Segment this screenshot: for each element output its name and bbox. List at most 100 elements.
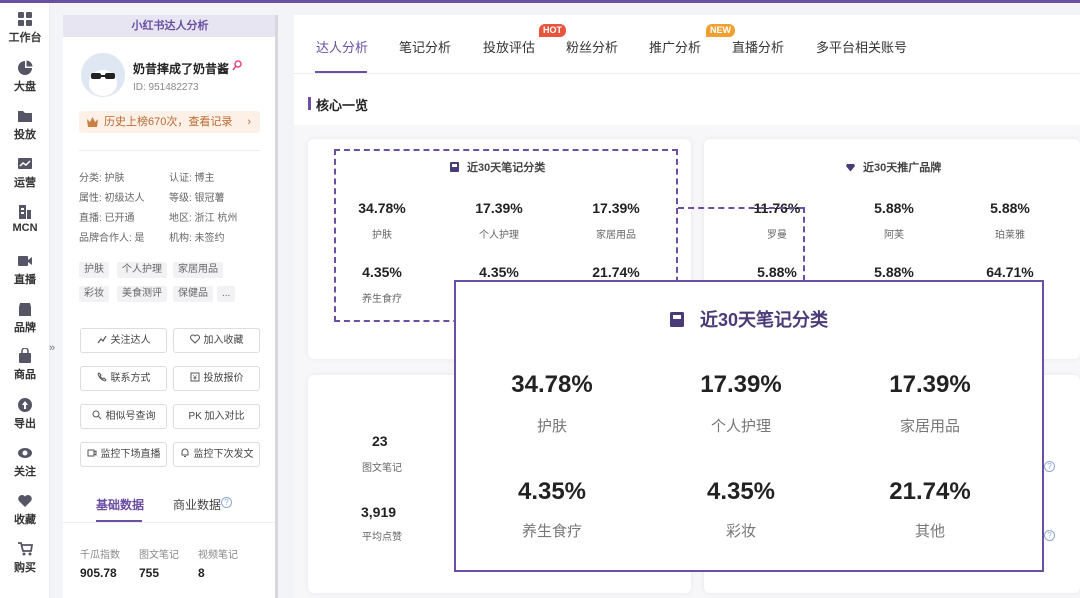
button-label: 关注达人 bbox=[110, 335, 151, 346]
button-label: 加入收藏 bbox=[203, 335, 244, 346]
help-icon[interactable]: ? bbox=[221, 497, 232, 508]
nav-label: 关注 bbox=[14, 466, 36, 478]
profile-header: 小红书达人分析 bbox=[63, 15, 277, 37]
nav-item-follow[interactable]: 关注 bbox=[0, 445, 50, 479]
grid-icon bbox=[18, 12, 32, 26]
percent-value: 5.88% bbox=[874, 200, 914, 216]
quote-button[interactable]: ¥ 投放报价 bbox=[173, 366, 260, 391]
tag-item[interactable]: 个人护理 bbox=[117, 262, 167, 278]
chevron-right-icon: › bbox=[247, 116, 251, 128]
nav-item-dashboard[interactable]: 大盘 bbox=[0, 60, 50, 94]
tab-note-analysis[interactable]: 笔记分析 bbox=[399, 37, 451, 56]
nav-item-brand[interactable]: 品牌 bbox=[0, 301, 50, 335]
button-label: 相似号查询 bbox=[105, 411, 156, 422]
stat-value: 23 bbox=[372, 433, 388, 449]
phone-icon bbox=[96, 372, 107, 382]
nav-item-goods[interactable]: 商品 bbox=[0, 348, 50, 382]
tab-fans-analysis[interactable]: 粉丝分析 bbox=[566, 37, 618, 56]
attr-level: 等级: 银冠薯 bbox=[169, 193, 225, 204]
zoom-percent-value: 17.39% bbox=[700, 371, 782, 398]
pie-icon bbox=[18, 60, 33, 75]
nav-item-mcn[interactable]: MCN bbox=[0, 204, 50, 234]
nav-item-workbench[interactable]: 工作台 bbox=[0, 11, 50, 45]
help-icon[interactable]: ? bbox=[1044, 530, 1055, 541]
price-icon: ¥ bbox=[190, 372, 199, 382]
history-rank-link[interactable]: 历史上榜670次，查看记录 › bbox=[79, 111, 260, 133]
eye-icon bbox=[18, 448, 32, 458]
tag-item[interactable]: 护肤 bbox=[79, 262, 109, 278]
stat-value: 755 bbox=[139, 566, 160, 580]
similar-search-button[interactable]: 相似号查询 bbox=[80, 404, 167, 429]
follow-influencer-button[interactable]: 关注达人 bbox=[80, 328, 167, 353]
tag-item[interactable]: 保健品 bbox=[173, 286, 213, 302]
zoom-percent-label: 个人护理 bbox=[710, 418, 771, 435]
button-label: 监控下场直播 bbox=[100, 449, 161, 460]
monitor-live-button[interactable]: 监控下场直播 bbox=[80, 442, 167, 467]
stat-label: 图文笔记 bbox=[362, 463, 402, 474]
button-label: 投放报价 bbox=[203, 373, 244, 384]
main-nav: 工作台 大盘 投放 运营 MCN 直播 品牌 商品 导出 关注 收藏 购买 bbox=[0, 3, 50, 598]
zoom-percent-label: 家居用品 bbox=[899, 418, 960, 435]
tab-influencer-analysis[interactable]: 达人分析 bbox=[316, 37, 368, 56]
zoom-percent-value: 4.35% bbox=[706, 478, 776, 505]
nav-item-placement[interactable]: 投放 bbox=[0, 108, 50, 142]
tag-item[interactable]: 家居用品 bbox=[173, 262, 223, 278]
divider bbox=[63, 522, 277, 523]
search-icon bbox=[92, 410, 101, 420]
diamond-icon bbox=[846, 164, 855, 172]
add-compare-button[interactable]: PK 加入对比 bbox=[173, 404, 260, 429]
tab-multi-platform[interactable]: 多平台相关账号 bbox=[816, 37, 907, 56]
tab-promotion-analysis[interactable]: 推广分析 bbox=[649, 37, 701, 56]
bell-icon bbox=[181, 448, 188, 457]
heart-icon bbox=[18, 495, 32, 507]
heart-outline-icon bbox=[189, 334, 200, 344]
influencer-profile-panel: 小红书达人分析 奶昔摔成了奶昔酱 ID: 951482273 历史上榜670次，… bbox=[63, 15, 277, 598]
percent-value: 64.71% bbox=[986, 264, 1034, 280]
add-favorite-button[interactable]: 加入收藏 bbox=[173, 328, 260, 353]
nav-label: 导出 bbox=[14, 418, 36, 430]
attr-brand-partner: 品牌合作人: 是 bbox=[79, 233, 145, 244]
store-icon bbox=[19, 303, 31, 316]
stat-value: 3,919 bbox=[361, 504, 397, 520]
tab-commercial-data[interactable]: 商业数据 bbox=[173, 496, 221, 513]
pin-icon[interactable] bbox=[231, 59, 243, 71]
new-badge: NEW bbox=[706, 24, 735, 37]
nav-item-buy[interactable]: 购买 bbox=[0, 541, 50, 575]
zoom-percent-label: 彩妆 bbox=[725, 523, 756, 540]
nav-item-favorite[interactable]: 收藏 bbox=[0, 493, 50, 527]
nav-item-operation[interactable]: 运营 bbox=[0, 156, 50, 190]
nav-item-live[interactable]: 直播 bbox=[0, 253, 50, 287]
building-icon bbox=[19, 205, 31, 219]
stat-label: 千瓜指数 bbox=[80, 550, 120, 561]
influencer-id: ID: 951482273 bbox=[133, 82, 199, 93]
nav-item-export[interactable]: 导出 bbox=[0, 397, 50, 431]
button-label: 监控下次发文 bbox=[193, 449, 254, 460]
contact-button[interactable]: 联系方式 bbox=[80, 366, 167, 391]
folder-icon bbox=[18, 111, 32, 122]
collapse-toggle[interactable]: » bbox=[49, 342, 55, 354]
monitor-post-button[interactable]: 监控下次发文 bbox=[173, 442, 260, 467]
nav-label: 工作台 bbox=[8, 32, 42, 44]
card-title-text: 近30天推广品牌 bbox=[863, 162, 942, 174]
nav-label: 运营 bbox=[14, 177, 36, 189]
bag-icon bbox=[19, 348, 31, 363]
brand-label: 珀莱雅 bbox=[995, 230, 1025, 241]
avatar[interactable] bbox=[81, 53, 125, 97]
tab-placement-eval[interactable]: 投放评估 bbox=[483, 37, 535, 56]
attr-type: 属性: 初级达人 bbox=[79, 193, 145, 204]
zoom-percent-value: 17.39% bbox=[889, 371, 971, 398]
stat-label: 平均点赞 bbox=[362, 532, 402, 543]
help-icon[interactable]: ? bbox=[1044, 461, 1055, 472]
tab-live-analysis[interactable]: 直播分析 bbox=[732, 37, 784, 56]
tag-item[interactable]: 彩妆 bbox=[79, 286, 109, 302]
tag-item[interactable]: 美食测评 bbox=[117, 286, 167, 302]
zoom-percent-value: 21.74% bbox=[889, 478, 971, 505]
zoom-percent-label: 养生食疗 bbox=[521, 523, 582, 540]
tab-basic-data[interactable]: 基础数据 bbox=[96, 496, 144, 513]
profile-scrollbar[interactable] bbox=[275, 15, 278, 598]
attr-category: 分类: 护肤 bbox=[79, 173, 125, 184]
brand-label: 阿芙 bbox=[884, 230, 904, 241]
connector-line bbox=[678, 207, 805, 209]
tag-more[interactable]: ... bbox=[217, 286, 236, 302]
crown-icon bbox=[87, 117, 98, 127]
